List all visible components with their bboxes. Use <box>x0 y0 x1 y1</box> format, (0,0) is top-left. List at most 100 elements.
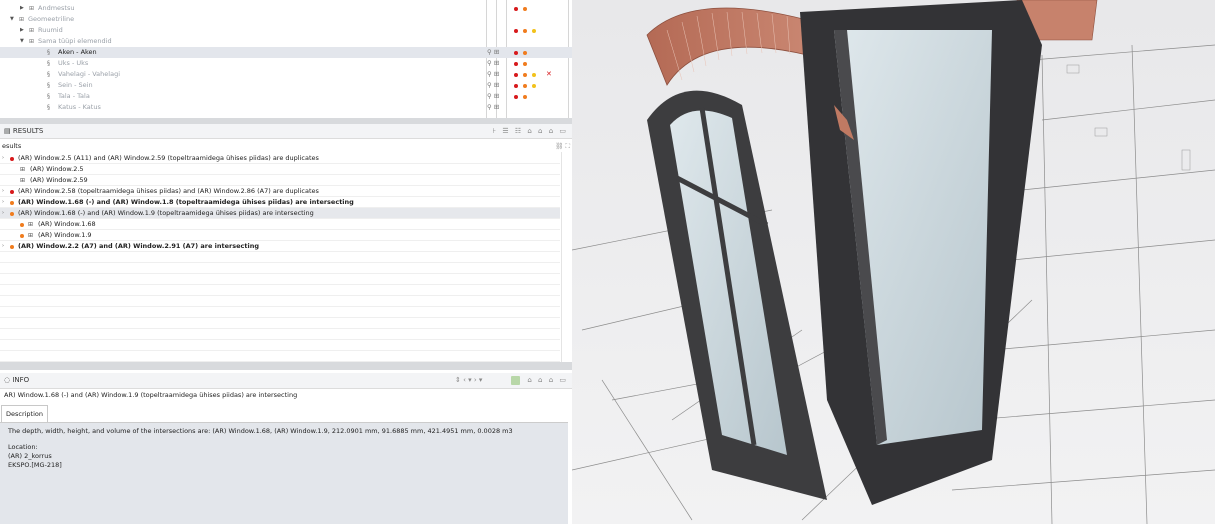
rule-tools-icon[interactable]: ⚲ ⊞ <box>487 91 499 102</box>
severity-orange-icon <box>523 50 527 55</box>
severity-orange-icon <box>523 83 527 88</box>
severity-orange-icon <box>523 94 527 99</box>
group-icon: ⊞ <box>29 5 35 12</box>
row-separator <box>0 174 560 175</box>
tree-item[interactable]: § ⚲ ⊞ Uks - Uks <box>0 58 572 69</box>
severity-orange-icon <box>10 244 14 249</box>
row-separator <box>0 240 560 241</box>
results-title: ▤ RESULTS <box>4 127 44 135</box>
results-column-header: esults ⛓ ⛶ <box>0 141 572 152</box>
location-ref: EKSPO.[MG-218] <box>8 461 62 469</box>
severity-red-icon <box>514 72 518 77</box>
rule-tools-icon[interactable]: ⚲ ⊞ <box>487 69 499 80</box>
row-separator <box>0 339 560 340</box>
row-separator <box>0 163 560 164</box>
severity-red-icon <box>10 189 14 194</box>
3d-viewport[interactable] <box>572 0 1215 524</box>
tree-item-label: Sama tüüpi elemendid <box>38 37 112 45</box>
rule-icon: § <box>47 49 50 56</box>
tree-item-label: Tala - Tala <box>58 92 90 100</box>
tree-item[interactable]: ▼ ⊞ Sama tüüpi elemendid <box>0 36 572 47</box>
tree-item-label: Geomeetriline <box>28 15 75 23</box>
results-scrollbar[interactable] <box>0 362 572 370</box>
row-separator <box>0 207 560 208</box>
highlight-icon[interactable] <box>511 376 520 385</box>
severity-orange-icon <box>523 72 527 77</box>
severity-red-icon <box>514 6 518 11</box>
tree-item-label: Vahelagi - Vahelagi <box>58 70 121 78</box>
row-separator <box>0 317 560 318</box>
results-toolbar-icons[interactable]: ⊦ ☰ ☷ ⌂ ⌂ ⌂ ▭ <box>493 124 569 138</box>
tree-item-label: Sein - Sein <box>58 81 93 89</box>
severity-orange-icon <box>20 233 24 238</box>
tree-item[interactable]: ▶ ⊞ Ruumid <box>0 25 572 36</box>
results-header: ▤ RESULTS ⊦ ☰ ☷ ⌂ ⌂ ⌂ ▭ <box>0 124 572 139</box>
row-separator <box>0 218 560 219</box>
info-header: ◌ INFO ⇕ ‹ ▾ › ▾ ⌂ ⌂ ⌂ ▭ <box>0 373 572 389</box>
row-separator <box>0 273 560 274</box>
expand-toggle-icon[interactable]: ▶ <box>20 25 24 36</box>
tree-item[interactable]: § ⚲ ⊞ Aken - Aken <box>0 47 572 58</box>
info-title: ◌ INFO <box>4 376 30 384</box>
group-icon: ⊞ <box>19 16 25 23</box>
expand-toggle-icon[interactable]: ▼ <box>10 14 14 25</box>
row-separator <box>0 295 560 296</box>
rule-icon: § <box>47 60 50 67</box>
severity-orange-icon <box>523 6 527 11</box>
info-heading: AR) Window.1.68 (-) and (AR) Window.1.9 … <box>4 391 298 399</box>
link-icon[interactable]: ⛓ ⛶ <box>555 141 570 152</box>
info-nav[interactable]: ⇕ ‹ ▾ › ▾ <box>455 373 482 387</box>
rule-tree: ▶ ⊞ Andmestsu ▼ ⊞ Geomeetriline ▶ ⊞ Ruumid ▼ ⊞ Sama… <box>0 0 572 118</box>
row-separator <box>0 229 560 230</box>
tree-item-label: Andmestsu <box>38 4 75 12</box>
rule-icon: § <box>47 104 50 111</box>
severity-red-icon <box>514 83 518 88</box>
tree-item[interactable]: § ⚲ ⊞ Tala - Tala <box>0 91 572 102</box>
expand-toggle-icon[interactable]: ▼ <box>20 36 24 47</box>
tree-item-label: Katus - Katus <box>58 103 101 111</box>
rule-icon: § <box>47 93 50 100</box>
severity-red-icon <box>514 28 518 33</box>
rule-tools-icon[interactable]: ⚲ ⊞ <box>487 80 499 91</box>
group-icon: ⊞ <box>29 27 35 34</box>
severity-yellow-icon <box>532 28 536 33</box>
tree-item-label: Uks - Uks <box>58 59 89 67</box>
severity-orange-icon <box>523 61 527 66</box>
row-separator <box>0 284 560 285</box>
severity-orange-icon <box>10 200 14 205</box>
row-separator <box>0 185 560 186</box>
tree-item[interactable]: § ⚲ ⊞ Sein - Sein <box>0 80 572 91</box>
row-separator <box>0 262 560 263</box>
info-icon: ◌ <box>4 376 11 384</box>
severity-yellow-icon <box>532 72 536 77</box>
model-view[interactable] <box>572 0 1215 524</box>
rule-tools-icon[interactable]: ⚲ ⊞ <box>487 47 499 58</box>
results-icon: ▤ <box>4 127 11 135</box>
rule-tools-icon[interactable]: ⚲ ⊞ <box>487 58 499 69</box>
tree-item[interactable]: ▼ ⊞ Geomeetriline <box>0 14 572 25</box>
location-floor: (AR) 2_korrus <box>8 452 52 460</box>
severity-orange-icon <box>10 211 14 216</box>
info-toolbar-icons[interactable]: ⌂ ⌂ ⌂ ▭ <box>527 373 568 387</box>
rule-icon: § <box>47 71 50 78</box>
tree-item[interactable]: § ⚲ ⊞ Vahelagi - Vahelagi ✕ <box>0 69 572 80</box>
results-column-label: esults <box>2 142 22 150</box>
row-separator <box>0 251 560 252</box>
severity-red-icon <box>514 94 518 99</box>
severity-red-icon <box>10 156 14 161</box>
severity-red-icon <box>514 61 518 66</box>
severity-orange-icon <box>523 28 527 33</box>
group-icon: ⊞ <box>29 38 35 45</box>
tree-item-label: Ruumid <box>38 26 63 34</box>
tree-item-label: Aken - Aken <box>58 48 97 56</box>
description-text: The depth, width, height, and volume of … <box>8 427 513 435</box>
rule-tools-icon[interactable]: ⚲ ⊞ <box>487 102 499 113</box>
expand-toggle-icon[interactable]: ▶ <box>20 3 24 14</box>
row-separator <box>0 328 560 329</box>
error-x-icon: ✕ <box>546 70 552 78</box>
tree-item[interactable]: ▶ ⊞ Andmestsu <box>0 3 572 14</box>
row-separator <box>0 350 560 351</box>
tree-item[interactable]: § ⚲ ⊞ Katus - Katus <box>0 102 572 113</box>
results-divider <box>561 152 562 362</box>
location-label: Location: <box>8 443 38 451</box>
